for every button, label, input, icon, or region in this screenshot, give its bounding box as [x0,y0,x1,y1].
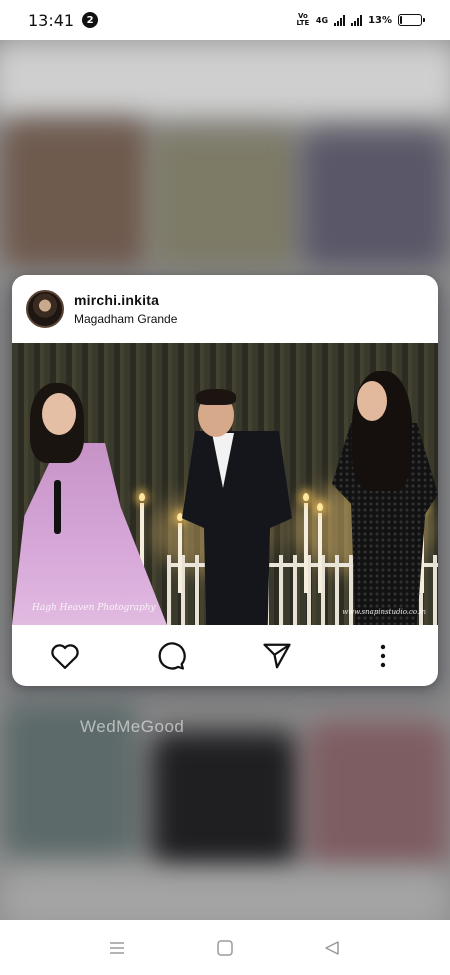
clock: 13:41 [28,10,75,30]
post-card: mirchi.inkita Magadham Grande Hagh Heave… [12,275,438,686]
signal-icon-secondary [351,14,363,26]
more-options-button[interactable] [368,641,398,671]
watermark: WedMeGood [80,717,185,736]
photo-credit-right: www.snapinstudio.co.in [342,608,426,616]
bg-blob [0,120,150,270]
photo-person-right-face [357,381,387,421]
home-button[interactable] [215,938,235,958]
volte-indicator: Vo LTE [296,12,310,27]
navigation-bar [0,920,450,975]
location[interactable]: Magadham Grande [74,312,177,326]
bg-blob [150,730,300,870]
bg-blob [0,40,450,120]
post-actions [12,625,438,686]
send-icon [263,643,291,669]
heart-icon [51,644,79,669]
photo-flame [139,493,145,501]
status-right: Vo LTE 4G 13% [296,12,425,27]
bg-blob [150,130,300,270]
photo-candle [318,513,322,593]
photo-person-left-face [42,393,76,435]
photo-candle [304,503,308,593]
photo-flame [303,493,309,501]
battery-icon [398,14,425,26]
status-bar: 13:41 2 Vo LTE 4G 13% [0,0,450,40]
photo-credit-left: Hagh Heaven Photography [32,603,156,613]
post-photo[interactable]: Hagh Heaven Photography www.snapinstudio… [12,343,438,625]
network-type: 4G [315,15,329,25]
comment-icon [158,642,186,670]
comment-button[interactable] [156,641,186,671]
post-header: mirchi.inkita Magadham Grande [12,275,438,343]
photo-flame [317,503,323,511]
username[interactable]: mirchi.inkita [74,292,177,308]
more-vertical-icon [380,644,386,668]
like-button[interactable] [50,641,80,671]
photo-flame [177,513,183,521]
battery-level-fill [400,16,402,24]
photo-person-center-hair [196,389,236,405]
battery-percent: 13% [368,14,392,26]
menu-icon [110,942,124,954]
post-header-text: mirchi.inkita Magadham Grande [74,292,177,326]
avatar[interactable] [26,290,64,328]
square-icon [217,940,233,956]
photo-microphone [54,480,61,534]
recents-button[interactable] [107,938,127,958]
bg-blob [300,130,450,270]
photo-candle [178,523,182,593]
status-left: 13:41 2 [28,10,99,30]
triangle-back-icon [325,941,339,955]
share-button[interactable] [262,641,292,671]
bg-blob [0,870,450,920]
bg-blob [305,720,450,870]
back-button[interactable] [322,938,342,958]
signal-icon [334,14,346,26]
notification-count-badge: 2 [82,12,99,28]
